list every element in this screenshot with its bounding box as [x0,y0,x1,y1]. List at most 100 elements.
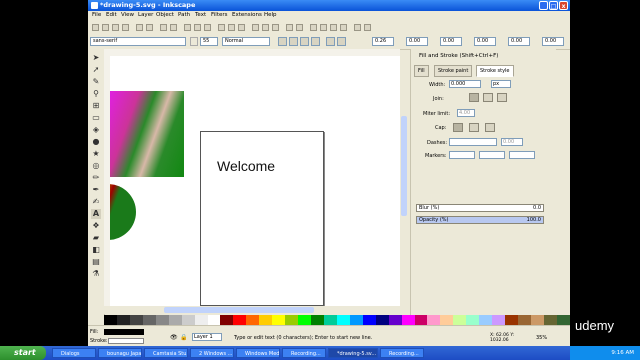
zoom-tool-icon[interactable]: ⚲ [91,89,101,99]
font-style-select[interactable]: Normal [222,37,270,46]
stroke-swatch[interactable] [108,338,144,344]
undo-icon[interactable] [160,24,167,31]
minimize-button[interactable]: _ [539,1,548,10]
cut-icon[interactable] [194,24,201,31]
menu-extensions[interactable]: Extensions [232,12,262,18]
task-windows-media[interactable]: Windows Medi... [236,348,280,358]
align-left-icon[interactable] [278,37,287,46]
color-palette[interactable] [104,315,570,325]
opacity-value[interactable]: 100.0 [527,217,541,223]
title-bar[interactable]: *drawing-5.svg - Inkscape _ □ x [88,0,570,11]
fill-stroke-icon[interactable] [310,24,317,31]
bevel-join-button[interactable] [497,93,507,102]
miter-limit-input[interactable]: 4.00 [457,109,475,117]
close-button[interactable]: x [559,1,568,10]
menu-help[interactable]: Help [264,12,277,18]
align-center-icon[interactable] [289,37,298,46]
superscript-icon[interactable] [326,37,335,46]
align-justify-icon[interactable] [311,37,320,46]
gradient-tool-icon[interactable]: ▤ [91,257,101,267]
text-tool-icon[interactable]: A [91,209,101,219]
spiral-tool-icon[interactable]: ◎ [91,161,101,171]
blur-slider[interactable]: Blur (%) 0.0 [416,204,544,212]
pen-tool-icon[interactable]: ✒ [91,185,101,195]
drawing-canvas[interactable]: Welcome [110,56,400,306]
horizontal-scroll-thumb[interactable] [164,307,314,313]
print-icon[interactable] [122,24,129,31]
current-layer-select[interactable]: Layer 1 [192,333,222,341]
export-icon[interactable] [146,24,153,31]
clone-icon[interactable] [262,24,269,31]
square-cap-button[interactable] [485,123,495,132]
task-recording-2[interactable]: Recording... [380,348,424,358]
unlink-clone-icon[interactable] [272,24,279,31]
dash-pattern-select[interactable] [449,138,497,146]
visibility-eye-icon[interactable]: 👁 [170,334,178,341]
horizontal-scrollbar[interactable] [104,306,408,314]
vertical-scroll-thumb[interactable] [401,116,407,216]
font-size-input[interactable]: 55 [200,37,218,46]
vertical-shift-input[interactable]: 0.00 [508,37,530,46]
3d-box-tool-icon[interactable]: ◈ [91,125,101,135]
pencil-tool-icon[interactable]: ✏ [91,173,101,183]
line-spacing-input[interactable]: 0.26 [372,37,394,46]
ungroup-icon[interactable] [296,24,303,31]
save-icon[interactable] [112,24,119,31]
xml-editor-icon[interactable] [330,24,337,31]
stroke-width-input[interactable]: 0.000 [449,80,481,88]
opacity-slider[interactable]: Opacity (%) 100.0 [416,216,544,224]
gradient-rectangle[interactable] [110,91,184,177]
menu-view[interactable]: View [121,12,134,18]
zoom-drawing-icon[interactable] [228,24,235,31]
vertical-scrollbar[interactable] [400,56,408,306]
task-inkscape[interactable]: *drawing-5.sv... [328,348,378,358]
letter-spacing-input[interactable]: 0.00 [406,37,428,46]
dropper-tool-icon[interactable]: ⚗ [91,269,101,279]
end-marker-select[interactable] [509,151,535,159]
stroke-width-unit-select[interactable]: px [491,80,511,88]
round-cap-button[interactable] [469,123,479,132]
start-marker-select[interactable] [449,151,475,159]
welcome-text[interactable]: Welcome [217,158,275,174]
font-family-input[interactable]: sans-serif [90,37,186,46]
ellipse-tool-icon[interactable]: ● [91,137,101,147]
calligraphy-tool-icon[interactable]: ✍ [91,197,101,207]
subscript-icon[interactable] [337,37,346,46]
miter-join-button[interactable] [469,93,479,102]
zoom-selection-icon[interactable] [218,24,225,31]
menu-path[interactable]: Path [178,12,190,18]
node-tool-icon[interactable]: ➚ [91,65,101,75]
gradient-circle[interactable] [110,184,136,240]
mid-marker-select[interactable] [479,151,505,159]
task-dialogs[interactable]: Dialogs [52,348,96,358]
menu-text[interactable]: Text [195,12,206,18]
group-icon[interactable] [286,24,293,31]
zoom-page-icon[interactable] [238,24,245,31]
task-camtasia[interactable]: Camtasia Stu... [144,348,188,358]
menu-file[interactable]: File [92,12,101,18]
align-icon[interactable] [340,24,347,31]
select-tool-icon[interactable]: ➤ [91,53,101,63]
tab-fill[interactable]: Fill [414,65,429,77]
maximize-button[interactable]: □ [549,1,558,10]
menu-layer[interactable]: Layer [138,12,153,18]
rotation-input[interactable]: 0.00 [542,37,564,46]
tab-stroke-paint[interactable]: Stroke paint [434,65,473,77]
lock-icon[interactable]: 🔒 [180,334,187,341]
start-button[interactable]: start [0,346,46,360]
zoom-field[interactable]: 35% [536,335,547,341]
preferences-icon[interactable] [354,24,361,31]
round-join-button[interactable] [483,93,493,102]
horizontal-kern-input[interactable]: 0.00 [474,37,496,46]
task-bounagu[interactable]: bounagu Japa... [98,348,142,358]
open-icon[interactable] [102,24,109,31]
dash-offset-input[interactable]: 0.00 [501,138,523,146]
eraser-tool-icon[interactable]: ▰ [91,233,101,243]
measure-tool-icon[interactable]: ⊞ [91,101,101,111]
word-spacing-input[interactable]: 0.00 [440,37,462,46]
menu-object[interactable]: Object [156,12,174,18]
menu-filters[interactable]: Filters [211,12,228,18]
copy-icon[interactable] [184,24,191,31]
fill-swatch[interactable] [104,329,144,335]
star-tool-icon[interactable]: ★ [91,149,101,159]
